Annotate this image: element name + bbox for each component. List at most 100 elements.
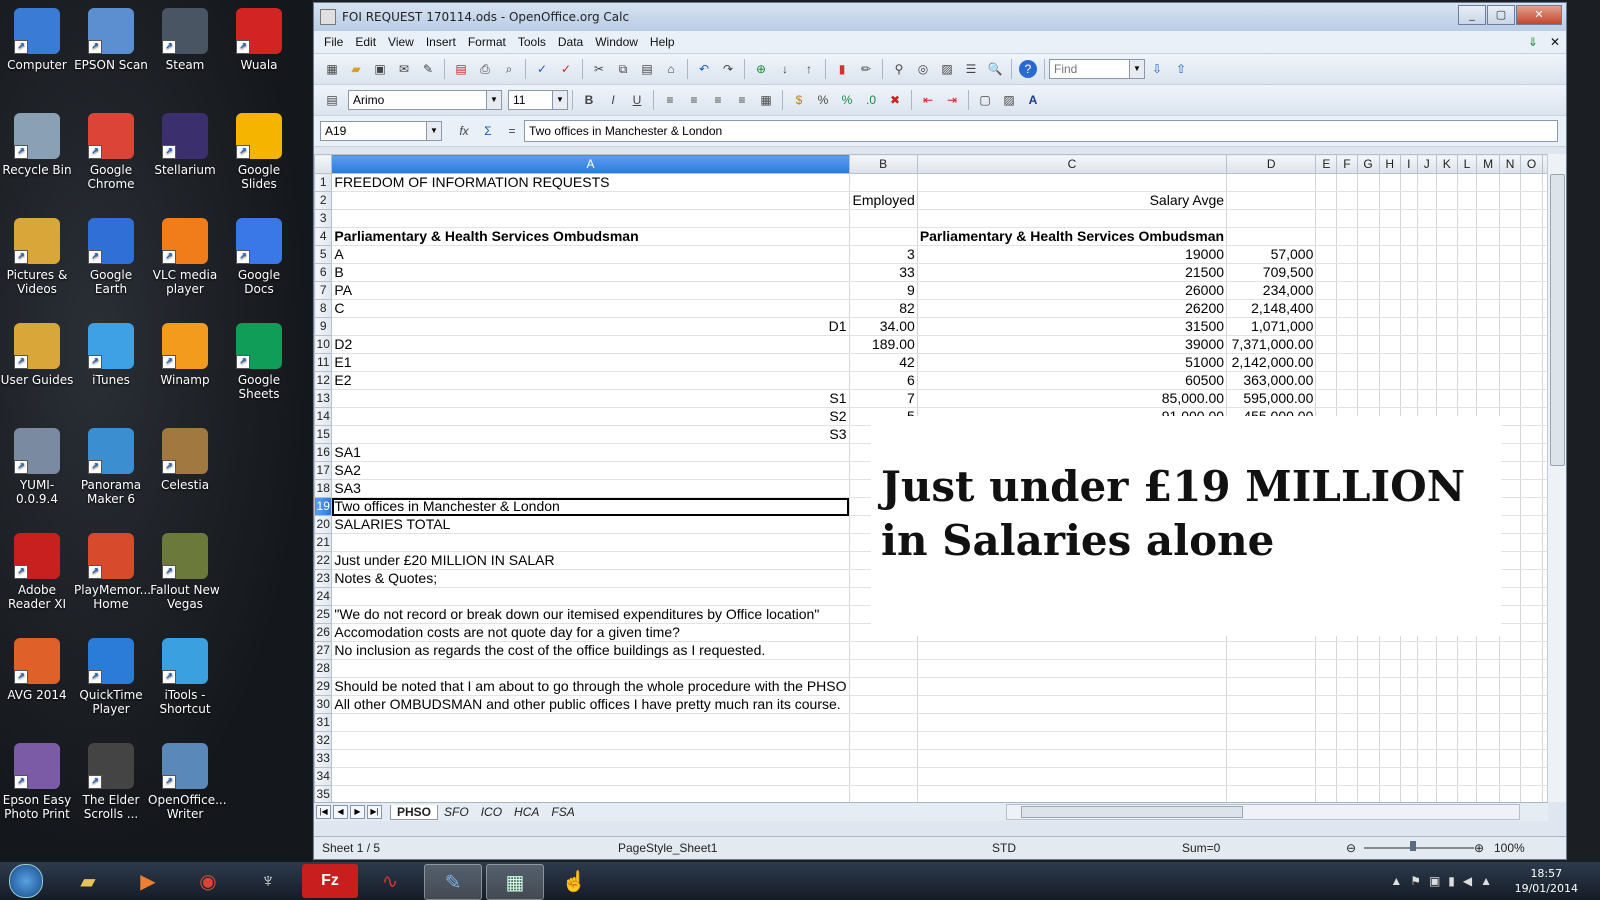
cell-empty[interactable] — [1520, 587, 1543, 606]
desktop-icon[interactable]: ↗ Epson Easy Photo Print — [0, 743, 74, 821]
desktop-icon[interactable]: ↗ iTunes — [74, 323, 148, 387]
desktop-icon[interactable]: ↗ Google Earth — [74, 218, 148, 296]
cell-empty[interactable] — [1336, 767, 1358, 786]
taskbar-audio-icon[interactable]: ∿ — [362, 864, 418, 898]
currency-icon[interactable]: $ — [790, 91, 808, 109]
cell-empty[interactable] — [1417, 677, 1437, 696]
cell-empty[interactable] — [1357, 389, 1380, 408]
chevron-down-icon[interactable]: ▼ — [1129, 60, 1144, 78]
row-header[interactable]: 14 — [314, 407, 333, 426]
cell-d[interactable] — [1226, 209, 1317, 228]
cell-a[interactable]: PA — [331, 281, 850, 300]
cell-empty[interactable] — [1476, 389, 1500, 408]
cell-d[interactable] — [1226, 695, 1317, 714]
cell-empty[interactable] — [1336, 641, 1358, 660]
cell-empty[interactable] — [1400, 641, 1418, 660]
cell-empty[interactable] — [1520, 299, 1543, 318]
cell-empty[interactable] — [1436, 785, 1458, 802]
desktop-icon[interactable]: ↗ Google Docs — [222, 218, 296, 296]
cell-empty[interactable] — [1499, 569, 1522, 588]
cell-c[interactable]: 26000 — [917, 281, 1228, 300]
row-header[interactable]: 9 — [314, 317, 333, 336]
cell-empty[interactable] — [1476, 371, 1500, 390]
row-header[interactable]: 10 — [314, 335, 333, 354]
cell-empty[interactable] — [1520, 677, 1543, 696]
cell-empty[interactable] — [1476, 317, 1500, 336]
cell-empty[interactable] — [1357, 677, 1380, 696]
desktop-icon[interactable]: ↗ User Guides — [0, 323, 74, 387]
taskbar-explorer-icon[interactable]: ▰ — [60, 864, 116, 898]
cell-empty[interactable] — [1476, 659, 1500, 678]
cell-a[interactable]: SALARIES TOTAL — [331, 515, 850, 534]
cell-empty[interactable] — [1379, 227, 1401, 246]
cell-empty[interactable] — [1457, 677, 1478, 696]
zoom-level[interactable]: 100% — [1494, 841, 1525, 855]
cell-a[interactable]: SA2 — [331, 461, 850, 480]
cell-empty[interactable] — [1520, 227, 1543, 246]
align-right-icon[interactable]: ≡ — [709, 91, 727, 109]
find-next-icon[interactable]: ⇩ — [1148, 60, 1166, 78]
cell-empty[interactable] — [1520, 785, 1543, 802]
cell-d[interactable]: 234,000 — [1226, 281, 1317, 300]
taskbar-filezilla-icon[interactable]: Fz — [302, 864, 358, 898]
cell-empty[interactable] — [1499, 425, 1522, 444]
cell-empty[interactable] — [1499, 227, 1522, 246]
cell-empty[interactable] — [1315, 659, 1338, 678]
desktop-icon[interactable]: ↗ VLC media player — [148, 218, 222, 296]
cell-empty[interactable] — [1499, 461, 1522, 480]
sum-icon[interactable]: Σ — [479, 122, 497, 140]
cell-empty[interactable] — [1417, 209, 1437, 228]
cell-empty[interactable] — [1436, 659, 1458, 678]
row-header[interactable]: 4 — [314, 227, 333, 246]
cell-empty[interactable] — [1336, 731, 1358, 750]
cell-empty[interactable] — [1520, 407, 1543, 426]
desktop-icon[interactable]: ↗ The Elder Scrolls ... — [74, 743, 148, 821]
cell-empty[interactable] — [1499, 173, 1522, 192]
cell-d[interactable]: 1,071,000 — [1226, 317, 1317, 336]
sheet-tab-phso[interactable]: PHSO — [390, 804, 439, 820]
cell-empty[interactable] — [1417, 299, 1437, 318]
font-name-select[interactable]: Arimo ▼ — [348, 90, 502, 110]
cell-empty[interactable] — [1417, 245, 1437, 264]
horizontal-scrollbar[interactable] — [1006, 804, 1520, 820]
cell-empty[interactable] — [1520, 173, 1543, 192]
merge-cells-icon[interactable]: ▦ — [757, 91, 775, 109]
cell-empty[interactable] — [1457, 389, 1478, 408]
cell-empty[interactable] — [1336, 659, 1358, 678]
cell-b[interactable] — [849, 713, 918, 732]
cell-d[interactable] — [1226, 677, 1317, 696]
cell-empty[interactable] — [1436, 731, 1458, 750]
find-replace-icon[interactable]: ⚲ — [890, 60, 908, 78]
cell-a[interactable]: C — [331, 299, 850, 318]
cell-empty[interactable] — [1436, 371, 1458, 390]
desktop-icon[interactable]: ↗ Google Chrome — [74, 113, 148, 191]
cell-empty[interactable] — [1315, 371, 1338, 390]
column-header[interactable]: K — [1435, 154, 1458, 174]
cell-a[interactable] — [331, 659, 850, 678]
cell-c[interactable] — [917, 767, 1228, 786]
cell-empty[interactable] — [1379, 335, 1401, 354]
first-sheet-icon[interactable]: |◀ — [316, 805, 331, 819]
cell-d[interactable] — [1226, 713, 1317, 732]
row-header[interactable]: 17 — [314, 461, 333, 480]
cell-d[interactable] — [1226, 173, 1317, 192]
cell-empty[interactable] — [1315, 731, 1338, 750]
align-center-icon[interactable]: ≡ — [685, 91, 703, 109]
cell-c[interactable] — [917, 641, 1228, 660]
cell-a[interactable]: A — [331, 245, 850, 264]
row-header[interactable]: 11 — [314, 353, 333, 372]
find-input[interactable]: Find ▼ — [1049, 59, 1145, 79]
cell-b[interactable] — [849, 677, 918, 696]
cell-c[interactable]: Parliamentary & Health Services Ombudsma… — [917, 227, 1228, 246]
cell-empty[interactable] — [1499, 191, 1522, 210]
cell-empty[interactable] — [1417, 767, 1437, 786]
cell-empty[interactable] — [1457, 317, 1478, 336]
cell-empty[interactable] — [1417, 713, 1437, 732]
cell-d[interactable]: 709,500 — [1226, 263, 1317, 282]
cell-empty[interactable] — [1457, 209, 1478, 228]
cell-d[interactable]: 7,371,000.00 — [1226, 335, 1317, 354]
cell-empty[interactable] — [1520, 335, 1543, 354]
cell-empty[interactable] — [1400, 209, 1418, 228]
row-header[interactable]: 26 — [314, 623, 333, 642]
cell-empty[interactable] — [1336, 191, 1358, 210]
